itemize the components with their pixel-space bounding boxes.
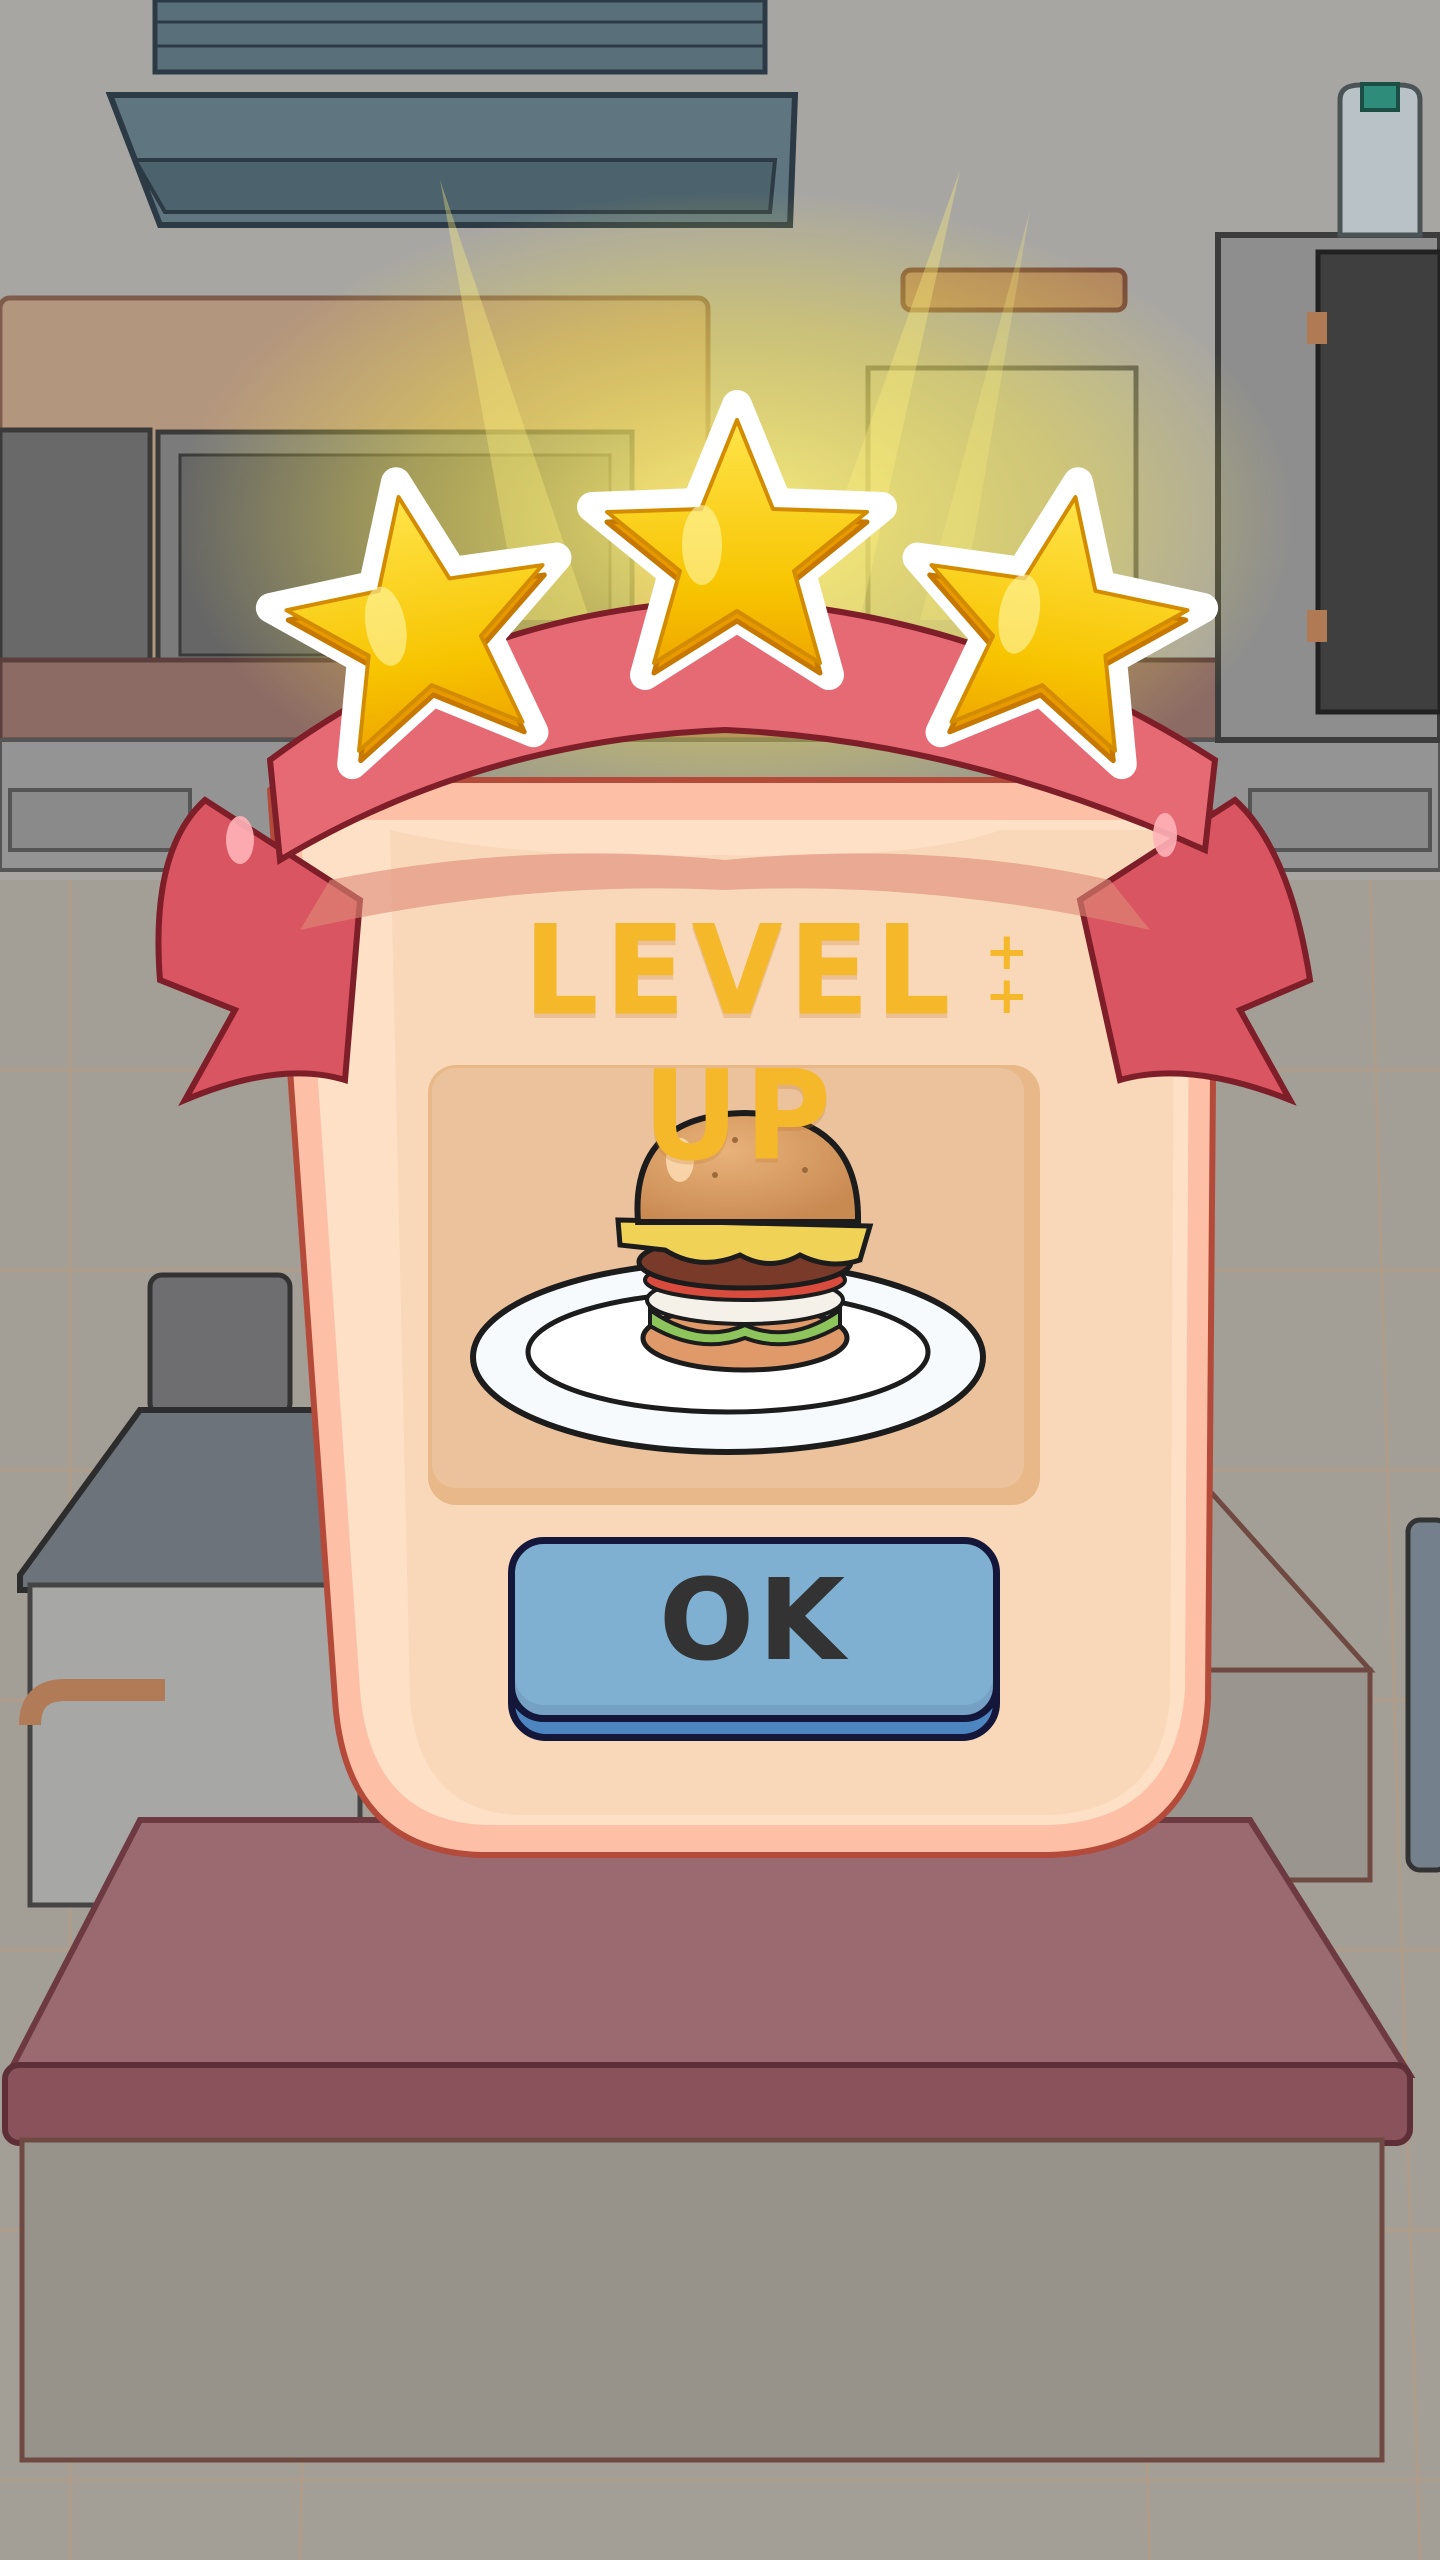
foreground-table (2, 1817, 1416, 2463)
kitchen-scene (0, 0, 1440, 2560)
ok-button-face: OK (508, 1537, 1000, 1722)
title-sparkle: + + (985, 922, 1029, 1026)
level-up-title: LEVEL UP (523, 898, 957, 1188)
ok-button[interactable]: OK (508, 1537, 1000, 1742)
ok-button-label: OK (659, 1556, 849, 1686)
